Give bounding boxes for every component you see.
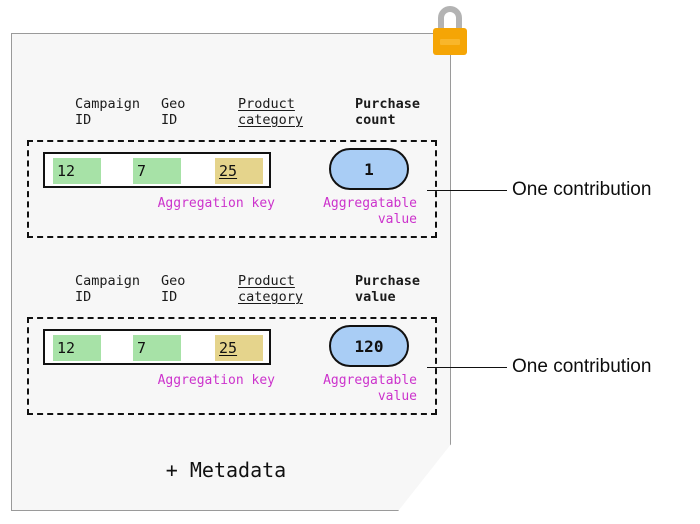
side-label-contribution-1: One contribution: [512, 179, 652, 200]
caption-aggregatable-value-2: Aggregatable value: [323, 373, 417, 404]
column-headers-2: Campaign ID Geo ID Product category Purc…: [38, 273, 437, 317]
key-cell-campaign-id-2: 12: [53, 335, 101, 361]
contribution-group-1: Campaign ID Geo ID Product category Purc…: [27, 96, 437, 238]
contribution-outline-1: 12 7 25 1 Aggregation key Aggregatable v…: [27, 140, 437, 238]
column-header-product-category-2: Product category: [238, 273, 304, 305]
aggregation-key-box-2: 12 7 25: [43, 329, 271, 365]
column-header-campaign-id: Campaign ID: [75, 96, 141, 128]
key-cell-product-category: 25: [215, 158, 263, 184]
column-header-campaign-id-2: Campaign ID: [75, 273, 141, 305]
aggregation-key-box-1: 12 7 25: [43, 152, 271, 188]
side-label-contribution-2: One contribution: [512, 356, 652, 377]
key-cell-product-category-2: 25: [215, 335, 263, 361]
column-headers-1: Campaign ID Geo ID Product category Purc…: [38, 96, 437, 140]
contribution-group-2: Campaign ID Geo ID Product category Purc…: [27, 273, 437, 415]
padlock-icon: [424, 2, 476, 60]
diagram-canvas: Campaign ID Geo ID Product category Purc…: [0, 0, 700, 524]
aggregatable-value-pill-1: 1: [329, 148, 409, 190]
column-header-product-category: Product category: [238, 96, 304, 128]
key-cell-geo-id-2: 7: [133, 335, 181, 361]
metadata-label: + Metadata: [165, 458, 287, 482]
leader-line-contribution-1: [427, 190, 507, 191]
key-cell-campaign-id: 12: [53, 158, 101, 184]
caption-aggregation-key-1: Aggregation key: [157, 196, 275, 211]
key-cell-geo-id: 7: [133, 158, 181, 184]
contribution-outline-2: 12 7 25 120 Aggregation key Aggregatable…: [27, 317, 437, 415]
aggregatable-value-pill-2: 120: [329, 325, 409, 367]
column-header-purchase-count: Purchase count: [355, 96, 421, 128]
column-header-geo-id-2: Geo ID: [161, 273, 186, 305]
caption-aggregation-key-2: Aggregation key: [157, 373, 275, 388]
column-header-geo-id: Geo ID: [161, 96, 186, 128]
caption-aggregatable-value-1: Aggregatable value: [323, 196, 417, 227]
column-header-purchase-value: Purchase value: [355, 273, 421, 305]
aggregatable-report-card: Campaign ID Geo ID Product category Purc…: [11, 33, 451, 511]
leader-line-contribution-2: [427, 367, 507, 368]
